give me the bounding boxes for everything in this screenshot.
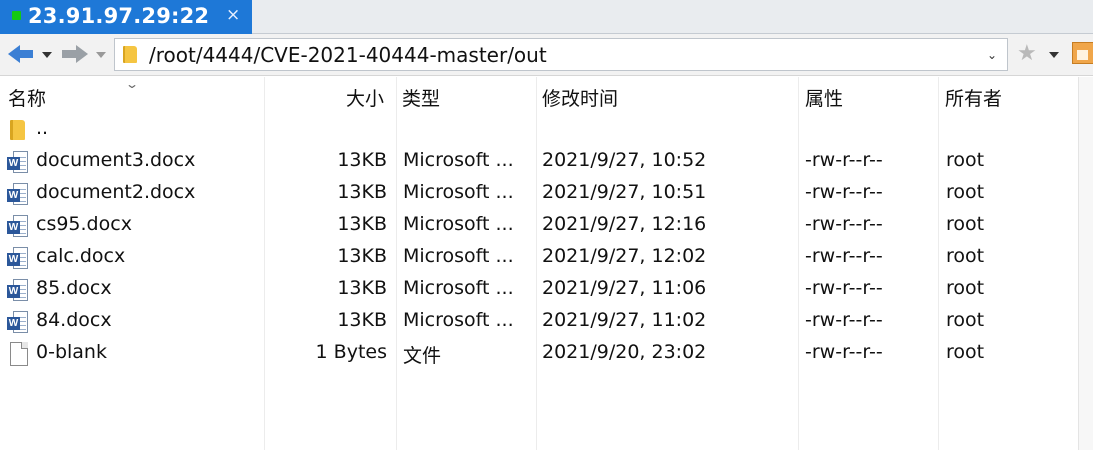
tab-strip: 23.91.97.29:22 ×	[0, 0, 1093, 34]
file-owner: root	[946, 149, 985, 171]
file-attributes: -rw-r--r--	[805, 277, 883, 299]
file-modified: 2021/9/27, 11:06	[542, 277, 707, 299]
forward-arrow-icon	[76, 45, 88, 63]
file-attributes: -rw-r--r--	[805, 213, 883, 235]
file-attributes: -rw-r--r--	[805, 309, 883, 331]
file-size: 1 Bytes	[315, 341, 387, 363]
word-doc-icon: W	[7, 311, 29, 334]
file-modified: 2021/9/27, 11:02	[542, 309, 707, 331]
file-size: 13KB	[337, 277, 387, 299]
file-list[interactable]: ⌄ 名称 大小 类型 修改时间 属性 所有者 .. Wdocument3.docx…	[0, 77, 1093, 450]
column-header-row: ⌄ 名称 大小 类型 修改时间 属性 所有者	[0, 77, 1093, 113]
bookmark-button[interactable]: ★	[1015, 40, 1065, 68]
blank-file-icon	[10, 342, 28, 366]
file-name: 0-blank	[36, 341, 107, 363]
file-row[interactable]: Wdocument3.docx 13KB Microsoft ... 2021/9/2…	[0, 146, 1093, 178]
file-modified: 2021/9/20, 23:02	[542, 341, 707, 363]
folder-icon	[123, 46, 137, 63]
column-header-type[interactable]: 类型	[402, 84, 440, 111]
file-attributes: -rw-r--r--	[805, 181, 883, 203]
file-size: 13KB	[337, 181, 387, 203]
file-row[interactable]: ..	[0, 114, 1093, 146]
file-owner: root	[946, 277, 985, 299]
word-doc-icon: W	[7, 279, 29, 302]
forward-button[interactable]	[60, 40, 110, 68]
file-owner: root	[946, 181, 985, 203]
connected-status-icon	[12, 11, 21, 20]
file-size: 13KB	[337, 213, 387, 235]
file-name: 85.docx	[36, 277, 112, 299]
column-header-modified[interactable]: 修改时间	[542, 84, 618, 111]
file-name: cs95.docx	[36, 213, 132, 235]
file-modified: 2021/9/27, 10:52	[542, 149, 707, 171]
sort-indicator-icon: ⌄	[124, 77, 140, 91]
file-owner: root	[946, 245, 985, 267]
file-name: ..	[36, 117, 49, 139]
bookmark-dropdown-icon[interactable]	[1049, 52, 1059, 58]
file-type: Microsoft ...	[403, 309, 514, 331]
file-row[interactable]: W 84.docx 13KB Microsoft ... 2021/9/27, 11:0…	[0, 306, 1093, 338]
word-doc-icon: W	[7, 151, 29, 174]
back-history-dropdown-icon[interactable]	[42, 52, 52, 58]
file-type: Microsoft ...	[403, 181, 514, 203]
back-button[interactable]	[6, 40, 56, 68]
file-name: calc.docx	[36, 245, 126, 267]
file-row[interactable]: Wcs95.docx 13KB Microsoft ... 2021/9/27, 12…	[0, 210, 1093, 242]
file-attributes: -rw-r--r--	[805, 245, 883, 267]
file-type: Microsoft ...	[403, 149, 514, 171]
file-size: 13KB	[337, 149, 387, 171]
path-text[interactable]: /root/4444/CVE-2021-40444-master/out	[149, 43, 547, 67]
file-attributes: -rw-r--r--	[805, 149, 883, 171]
file-attributes: -rw-r--r--	[805, 341, 883, 363]
column-header-attributes[interactable]: 属性	[805, 84, 843, 111]
home-icon[interactable]	[1072, 42, 1093, 64]
file-modified: 2021/9/27, 10:51	[542, 181, 707, 203]
file-row[interactable]: Wcalc.docx 13KB Microsoft ... 2021/9/27, 12…	[0, 242, 1093, 274]
column-header-size[interactable]: 大小	[346, 84, 384, 111]
path-history-dropdown-icon[interactable]: ⌄	[987, 48, 997, 62]
file-type: Microsoft ...	[403, 277, 514, 299]
file-type: Microsoft ...	[403, 213, 514, 235]
file-type: 文件	[403, 345, 442, 367]
word-doc-icon: W	[7, 183, 29, 206]
file-modified: 2021/9/27, 12:16	[542, 213, 707, 235]
file-owner: root	[946, 213, 985, 235]
session-tab-title: 23.91.97.29:22	[28, 4, 210, 28]
folder-icon	[10, 120, 25, 140]
star-icon: ★	[1017, 41, 1037, 66]
close-tab-icon[interactable]: ×	[226, 5, 240, 25]
column-header-owner[interactable]: 所有者	[945, 84, 1002, 111]
word-doc-icon: W	[7, 247, 29, 270]
forward-history-dropdown-icon[interactable]	[96, 52, 106, 58]
file-row[interactable]: Wdocument2.docx 13KB Microsoft ... 2021/9/2…	[0, 178, 1093, 210]
column-header-name[interactable]: 名称	[8, 84, 46, 111]
file-name: document2.docx	[36, 181, 196, 203]
file-type: Microsoft ...	[403, 245, 514, 267]
path-input[interactable]: /root/4444/CVE-2021-40444-master/out ⌄	[114, 38, 1008, 71]
file-modified: 2021/9/27, 12:02	[542, 245, 707, 267]
file-name: document3.docx	[36, 149, 196, 171]
session-tab[interactable]: 23.91.97.29:22 ×	[0, 0, 252, 34]
file-row[interactable]: W 85.docx 13KB Microsoft ... 2021/9/27, 11:0…	[0, 274, 1093, 306]
file-owner: root	[946, 341, 985, 363]
file-row[interactable]: 0-blank 1 Bytes 文件 2021/9/20, 23:02 -rw-r--r…	[0, 338, 1093, 370]
vertical-scrollbar[interactable]	[1078, 77, 1093, 450]
address-toolbar: /root/4444/CVE-2021-40444-master/out ⌄ ★	[0, 34, 1093, 76]
file-owner: root	[946, 309, 985, 331]
word-doc-icon: W	[7, 215, 29, 238]
file-size: 13KB	[337, 309, 387, 331]
file-size: 13KB	[337, 245, 387, 267]
file-name: 84.docx	[36, 309, 112, 331]
